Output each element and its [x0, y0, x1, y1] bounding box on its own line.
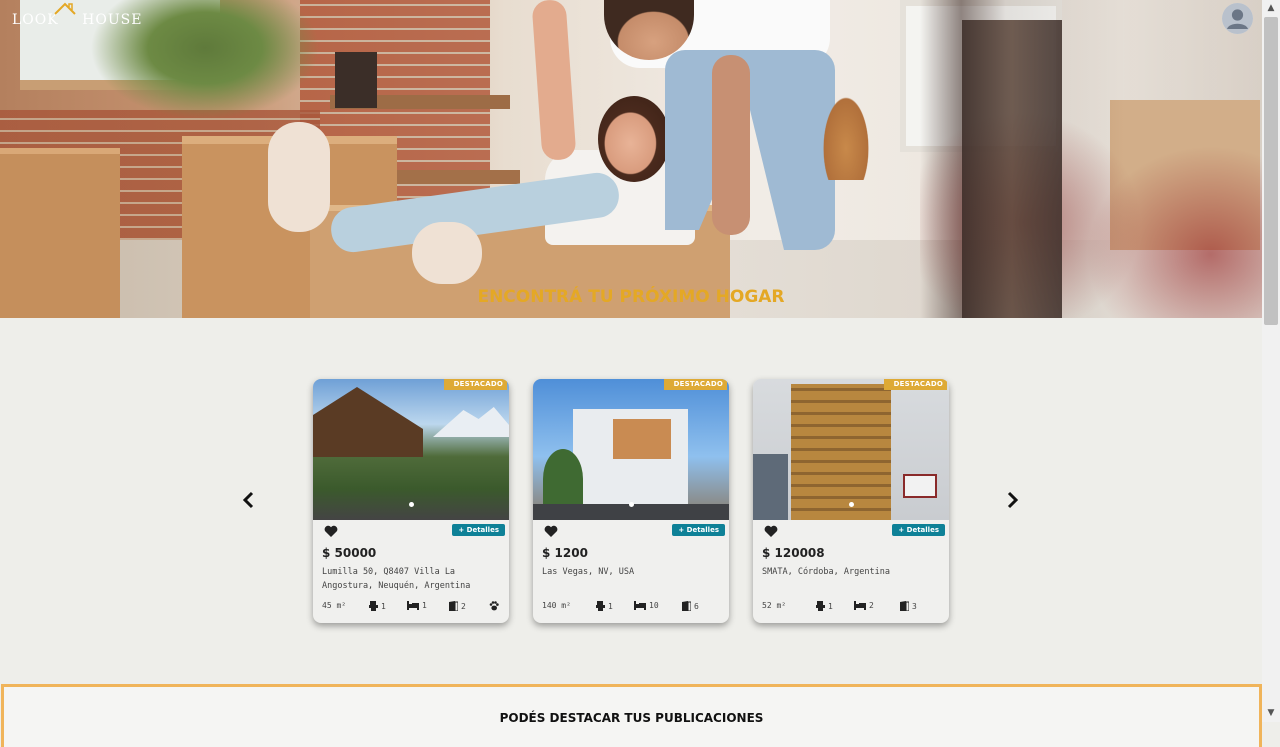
chevron-left-icon	[242, 491, 254, 509]
area-value: 52 m²	[762, 601, 787, 610]
photo-house-shape	[313, 387, 423, 457]
scroll-down-arrow-icon[interactable]: ▼	[1262, 705, 1280, 722]
area-value: 45 m²	[322, 601, 347, 610]
logo-text-right: HOUSE	[82, 12, 143, 28]
heart-icon[interactable]	[764, 525, 778, 538]
logo-text-left: LOOK	[12, 12, 59, 28]
hero-guitar	[820, 90, 872, 180]
photo-dots[interactable]	[753, 492, 949, 511]
heart-icon[interactable]	[544, 525, 558, 538]
photo-dots[interactable]	[533, 492, 729, 511]
hero-pole	[962, 20, 1062, 318]
user-avatar-icon	[1222, 3, 1253, 34]
logo[interactable]: LOOK HOUSE	[12, 2, 143, 28]
details-button[interactable]: + Detalles	[672, 524, 725, 536]
property-card[interactable]: DESTACADO + Detalles $ 120008 SMATA, Cór…	[753, 379, 949, 623]
property-features: 140 m² 1 10 6	[542, 601, 724, 613]
property-price: $ 1200	[542, 546, 588, 560]
property-address: Las Vegas, NV, USA	[542, 567, 635, 577]
photo-dot[interactable]	[628, 502, 634, 507]
featured-badge: DESTACADO	[883, 379, 947, 390]
baths-feature: 1	[816, 601, 833, 611]
scroll-up-arrow-icon[interactable]: ▲	[1262, 0, 1280, 17]
door-icon	[449, 601, 458, 611]
pets-feature	[489, 601, 499, 611]
baths-value: 1	[608, 601, 613, 611]
beds-feature: 2	[854, 601, 874, 610]
area-feature: 52 m²	[762, 601, 786, 610]
photo-dots[interactable]	[313, 492, 509, 511]
rooms-value: 2	[461, 601, 466, 611]
rooms-value: 3	[912, 601, 917, 611]
door-icon	[900, 601, 909, 611]
door-icon	[682, 601, 691, 611]
toilet-icon	[596, 601, 605, 611]
toilet-icon	[816, 601, 825, 611]
featured-badge: DESTACADO	[443, 379, 507, 390]
bed-icon	[854, 601, 866, 610]
hero-title: ENCONTRÁ TU PRÓXIMO HOGAR	[477, 287, 785, 307]
photo-dot[interactable]	[408, 502, 414, 507]
baths-feature: 1	[369, 601, 386, 611]
hero-woman-head	[598, 96, 670, 182]
baths-feature: 1	[596, 601, 613, 611]
beds-feature: 10	[634, 601, 659, 610]
property-photo[interactable]: DESTACADO	[533, 379, 729, 520]
baths-value: 1	[828, 601, 833, 611]
user-avatar-button[interactable]	[1222, 3, 1253, 34]
area-feature: 45 m²	[322, 601, 346, 610]
area-value: 140 m²	[542, 601, 571, 610]
property-card[interactable]: DESTACADO + Detalles $ 50000 Lumilla 50,…	[313, 379, 509, 623]
paw-icon	[489, 601, 499, 611]
toilet-icon	[369, 601, 378, 611]
hero-man-arm	[712, 55, 750, 235]
photo-facade-shape	[613, 419, 671, 459]
property-price: $ 50000	[322, 546, 377, 560]
rooms-feature: 6	[682, 601, 699, 611]
beds-value: 10	[649, 601, 659, 610]
property-features: 52 m² 1 2 3	[762, 601, 944, 613]
property-photo[interactable]: DESTACADO	[753, 379, 949, 520]
rooms-value: 6	[694, 601, 699, 611]
rooms-feature: 2	[449, 601, 466, 611]
area-feature: 140 m²	[542, 601, 571, 610]
bed-icon	[634, 601, 646, 610]
promo-section: PODÉS DESTACAR TUS PUBLICACIONES	[1, 684, 1262, 747]
rooms-feature: 3	[900, 601, 917, 611]
details-button[interactable]: + Detalles	[452, 524, 505, 536]
beds-value: 1	[422, 601, 427, 610]
property-address: Lumilla 50, Q8407 Villa La Angostura, Ne…	[322, 567, 471, 591]
hero-banner: LOOK HOUSE ENCONTRÁ TU PRÓXIMO HOGAR	[0, 0, 1262, 318]
vertical-scrollbar[interactable]: ▲ ▼	[1262, 0, 1280, 722]
hero-man-legs	[665, 50, 835, 250]
photo-mountain-shape	[433, 407, 509, 437]
beds-value: 2	[869, 601, 874, 610]
house-roof-icon	[54, 2, 76, 15]
chevron-right-icon	[1007, 491, 1019, 509]
property-price: $ 120008	[762, 546, 825, 560]
details-button[interactable]: + Detalles	[892, 524, 945, 536]
promo-title: PODÉS DESTACAR TUS PUBLICACIONES	[499, 711, 764, 725]
property-card[interactable]: DESTACADO + Detalles $ 1200 Las Vegas, N…	[533, 379, 729, 623]
heart-icon[interactable]	[324, 525, 338, 538]
scroll-thumb[interactable]	[1264, 17, 1278, 325]
hero-shoe	[268, 122, 330, 232]
hero-speaker	[335, 52, 377, 108]
hero-shoe	[412, 222, 482, 284]
photo-dot[interactable]	[848, 502, 854, 507]
property-photo[interactable]: DESTACADO	[313, 379, 509, 520]
beds-feature: 1	[407, 601, 427, 610]
bed-icon	[407, 601, 419, 610]
featured-badge: DESTACADO	[663, 379, 727, 390]
baths-value: 1	[381, 601, 386, 611]
carousel-prev-button[interactable]	[237, 485, 261, 515]
property-features: 45 m² 1 1 2	[322, 601, 504, 613]
carousel-next-button[interactable]	[1000, 485, 1024, 515]
property-address: SMATA, Córdoba, Argentina	[762, 567, 890, 577]
hero-woman-arm	[531, 0, 577, 161]
